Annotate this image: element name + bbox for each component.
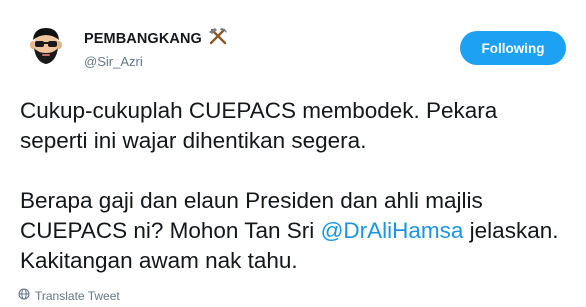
translate-tweet[interactable]: Translate Tweet <box>18 288 120 303</box>
tweet-paragraph-2: Berapa gaji dan elaun Presiden dan ahli … <box>20 186 570 276</box>
following-button[interactable]: Following <box>460 31 566 65</box>
avatar-image <box>30 28 62 64</box>
mention-link[interactable]: @DrAliHamsa <box>321 218 464 243</box>
hammer-pick-icon <box>208 27 228 50</box>
user-names: PEMBANGKANG @Sir_Azri <box>84 27 228 69</box>
translate-tweet-label: Translate Tweet <box>35 288 120 303</box>
avatar[interactable] <box>20 18 72 70</box>
display-name-row: PEMBANGKANG <box>84 27 228 50</box>
display-name[interactable]: PEMBANGKANG <box>84 31 202 47</box>
tweet-text: Cukup-cukuplah CUEPACS membodek. Pekara … <box>20 96 570 276</box>
tweet-card: PEMBANGKANG @Sir_Azri Following Cukup-cu <box>0 0 586 307</box>
tweet-header: PEMBANGKANG @Sir_Azri Following <box>20 18 576 78</box>
tweet-paragraph-1: Cukup-cukuplah CUEPACS membodek. Pekara … <box>20 98 498 153</box>
globe-icon <box>18 288 30 303</box>
screen-name[interactable]: @Sir_Azri <box>84 54 228 69</box>
